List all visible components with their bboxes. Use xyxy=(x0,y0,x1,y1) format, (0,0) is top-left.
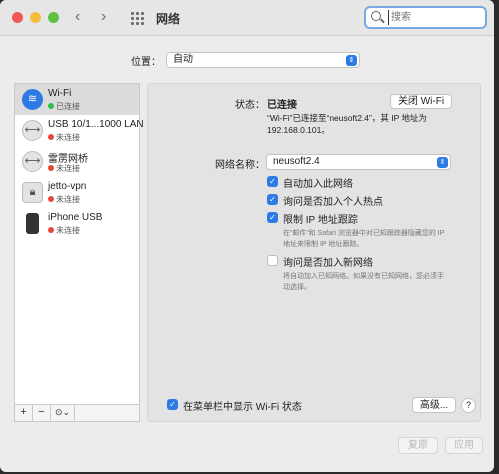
ask-hotspot-label: 询问是否加入个人热点 xyxy=(283,197,383,208)
status-value: 已连接 xyxy=(267,100,297,111)
status-dot xyxy=(48,165,54,171)
service-item-wifi[interactable]: ≋ Wi-Fi 已连接 xyxy=(15,84,139,115)
network-name-select[interactable]: neusoft2.4 ⇕ xyxy=(266,154,451,170)
location-label: 位置： xyxy=(131,57,161,68)
service-name: iPhone USB xyxy=(48,212,103,223)
search-box[interactable] xyxy=(364,6,487,29)
iphone-icon xyxy=(26,213,39,234)
back-arrow-icon[interactable]: ‹ xyxy=(75,9,80,25)
status-dot xyxy=(48,227,54,233)
auto-join-label: 自动加入此网络 xyxy=(283,179,353,190)
service-status: 未连接 xyxy=(56,164,80,173)
service-status: 已连接 xyxy=(56,102,80,111)
service-item-usb-lan[interactable]: ⟷ USB 10/1...1000 LAN 未连接 xyxy=(15,115,144,146)
new-networks-hint-line2: 动选择。 xyxy=(283,284,311,291)
ask-new-networks-label: 询问是否加入新网络 xyxy=(283,258,373,269)
add-service-button[interactable]: + xyxy=(15,405,33,421)
auto-join-checkbox[interactable]: ✓ xyxy=(267,176,278,187)
service-list-toolbar: + − ⊙⌄ xyxy=(14,405,140,422)
service-item-thunderbolt-bridge[interactable]: ⟷ 雷雳网桥 未连接 xyxy=(15,146,139,177)
ethernet-icon: ⟷ xyxy=(22,120,43,141)
tracking-hint-line2: 地址来限制 IP 地址跟踪。 xyxy=(283,241,364,248)
turn-off-wifi-button[interactable]: 关闭 Wi-Fi xyxy=(390,94,452,109)
help-button[interactable]: ? xyxy=(461,398,476,413)
minimize-window-button[interactable] xyxy=(30,12,41,23)
chevron-updown-icon: ⇕ xyxy=(437,157,448,168)
service-status: 未连接 xyxy=(56,195,80,204)
revert-button[interactable]: 复原 xyxy=(398,437,438,454)
service-item-jetto-vpn[interactable]: 🔒︎ jetto-vpn 未连接 xyxy=(15,177,139,208)
wifi-icon: ≋ xyxy=(22,89,43,110)
forward-arrow-icon[interactable]: › xyxy=(101,9,106,25)
zoom-window-button[interactable] xyxy=(48,12,59,23)
status-label: 状态： xyxy=(235,100,265,111)
service-name: jetto-vpn xyxy=(48,181,87,192)
status-dot xyxy=(48,134,54,140)
remove-service-button[interactable]: − xyxy=(33,405,51,421)
chevron-updown-icon: ⇕ xyxy=(346,55,357,66)
status-dot xyxy=(48,103,54,109)
search-input[interactable] xyxy=(388,10,482,25)
ethernet-icon: ⟷ xyxy=(22,151,43,172)
status-description-line1: “Wi-Fi”已连接至“neusoft2.4”，其 IP 地址为 xyxy=(267,113,427,123)
service-status: 未连接 xyxy=(56,133,80,142)
detail-panel: 状态： 已连接 关闭 Wi-Fi “Wi-Fi”已连接至“neusoft2.4”… xyxy=(147,83,481,422)
search-icon xyxy=(371,11,381,21)
service-status: 未连接 xyxy=(56,226,80,235)
location-select[interactable]: 自动 ⇕ xyxy=(166,52,360,68)
network-name-label: 网络名称： xyxy=(215,160,265,171)
tracking-hint-line1: 在“邮件”和 Safari 浏览器中对已知跟踪器隐藏您的 IP xyxy=(283,230,445,237)
limit-ip-tracking-checkbox[interactable]: ✓ xyxy=(267,212,278,223)
service-name: USB 10/1...1000 LAN xyxy=(48,119,144,130)
ask-hotspot-checkbox[interactable]: ✓ xyxy=(267,194,278,205)
window-title: 网络 xyxy=(156,12,181,26)
network-preferences-window: ‹ › 网络 位置： 自动 ⇕ ≋ Wi-Fi 已连接 ⟷ USB 10/1..… xyxy=(0,0,494,472)
lock-icon: 🔒︎ xyxy=(22,182,43,203)
ask-new-networks-checkbox[interactable] xyxy=(267,255,278,266)
service-item-iphone-usb[interactable]: iPhone USB 未连接 xyxy=(15,208,139,239)
service-list: ≋ Wi-Fi 已连接 ⟷ USB 10/1...1000 LAN 未连接 ⟷ … xyxy=(14,83,144,405)
title-bar: ‹ › 网络 xyxy=(0,0,494,36)
limit-ip-tracking-label: 限制 IP 地址跟踪 xyxy=(283,215,358,226)
advanced-button[interactable]: 高级... xyxy=(412,397,456,413)
show-in-menubar-checkbox[interactable]: ✓ xyxy=(167,399,178,410)
location-value: 自动 xyxy=(173,54,193,65)
network-name-value: neusoft2.4 xyxy=(273,156,320,167)
action-menu-button[interactable]: ⊙⌄ xyxy=(51,405,75,421)
service-name: Wi-Fi xyxy=(48,88,72,99)
status-dot xyxy=(48,196,54,202)
show-all-grid-icon[interactable] xyxy=(131,12,144,25)
close-window-button[interactable] xyxy=(12,12,23,23)
show-in-menubar-label: 在菜单栏中显示 Wi-Fi 状态 xyxy=(183,402,302,413)
new-networks-hint-line1: 将自动加入已知网络。如果没有已知网络，您必须手 xyxy=(283,273,444,280)
apply-button[interactable]: 应用 xyxy=(445,437,483,454)
status-description-line2: 192.168.0.101。 xyxy=(267,125,330,135)
